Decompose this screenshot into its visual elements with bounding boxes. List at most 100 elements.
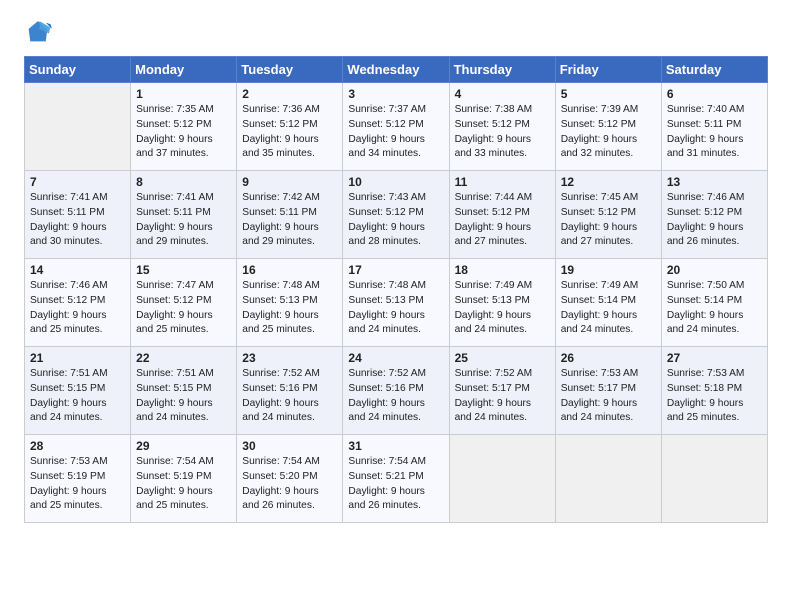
sunrise-text: Sunrise: 7:54 AM: [242, 455, 337, 470]
sunset-text: Sunset: 5:16 PM: [348, 382, 443, 397]
daylight-text: Daylight: 9 hours and 37 minutes.: [136, 133, 231, 163]
cell-text: Sunrise: 7:35 AM Sunset: 5:12 PM Dayligh…: [136, 103, 231, 162]
daylight-text: Daylight: 9 hours and 25 minutes.: [667, 397, 762, 427]
daylight-text: Daylight: 9 hours and 24 minutes.: [136, 397, 231, 427]
sunrise-text: Sunrise: 7:51 AM: [30, 367, 125, 382]
sunrise-text: Sunrise: 7:54 AM: [348, 455, 443, 470]
day-number: 20: [667, 263, 762, 277]
day-number: 18: [455, 263, 550, 277]
cell-text: Sunrise: 7:46 AM Sunset: 5:12 PM Dayligh…: [30, 279, 125, 338]
cell-text: Sunrise: 7:50 AM Sunset: 5:14 PM Dayligh…: [667, 279, 762, 338]
daylight-text: Daylight: 9 hours and 33 minutes.: [455, 133, 550, 163]
day-number: 19: [561, 263, 656, 277]
day-number: 31: [348, 439, 443, 453]
sunrise-text: Sunrise: 7:48 AM: [348, 279, 443, 294]
cell-text: Sunrise: 7:52 AM Sunset: 5:16 PM Dayligh…: [242, 367, 337, 426]
calendar-cell: 21 Sunrise: 7:51 AM Sunset: 5:15 PM Dayl…: [25, 347, 131, 435]
day-number: 5: [561, 87, 656, 101]
daylight-text: Daylight: 9 hours and 24 minutes.: [348, 309, 443, 339]
sunset-text: Sunset: 5:17 PM: [561, 382, 656, 397]
sunrise-text: Sunrise: 7:53 AM: [667, 367, 762, 382]
sunset-text: Sunset: 5:12 PM: [561, 118, 656, 133]
sunset-text: Sunset: 5:11 PM: [30, 206, 125, 221]
calendar-cell: 28 Sunrise: 7:53 AM Sunset: 5:19 PM Dayl…: [25, 435, 131, 523]
calendar-cell: 16 Sunrise: 7:48 AM Sunset: 5:13 PM Dayl…: [237, 259, 343, 347]
calendar-table: SundayMondayTuesdayWednesdayThursdayFrid…: [24, 56, 768, 523]
sunset-text: Sunset: 5:12 PM: [30, 294, 125, 309]
daylight-text: Daylight: 9 hours and 31 minutes.: [667, 133, 762, 163]
sunset-text: Sunset: 5:12 PM: [455, 118, 550, 133]
calendar-cell: [25, 83, 131, 171]
calendar-cell: 10 Sunrise: 7:43 AM Sunset: 5:12 PM Dayl…: [343, 171, 449, 259]
sunset-text: Sunset: 5:14 PM: [561, 294, 656, 309]
sunrise-text: Sunrise: 7:43 AM: [348, 191, 443, 206]
sunrise-text: Sunrise: 7:45 AM: [561, 191, 656, 206]
cell-text: Sunrise: 7:36 AM Sunset: 5:12 PM Dayligh…: [242, 103, 337, 162]
day-number: 17: [348, 263, 443, 277]
day-number: 25: [455, 351, 550, 365]
sunrise-text: Sunrise: 7:53 AM: [30, 455, 125, 470]
sunrise-text: Sunrise: 7:41 AM: [30, 191, 125, 206]
day-number: 16: [242, 263, 337, 277]
daylight-text: Daylight: 9 hours and 29 minutes.: [136, 221, 231, 251]
calendar-cell: [661, 435, 767, 523]
sunrise-text: Sunrise: 7:39 AM: [561, 103, 656, 118]
daylight-text: Daylight: 9 hours and 24 minutes.: [242, 397, 337, 427]
calendar-cell: 13 Sunrise: 7:46 AM Sunset: 5:12 PM Dayl…: [661, 171, 767, 259]
calendar-cell: 7 Sunrise: 7:41 AM Sunset: 5:11 PM Dayli…: [25, 171, 131, 259]
day-number: 15: [136, 263, 231, 277]
sunrise-text: Sunrise: 7:47 AM: [136, 279, 231, 294]
day-number: 7: [30, 175, 125, 189]
sunset-text: Sunset: 5:20 PM: [242, 470, 337, 485]
cell-text: Sunrise: 7:49 AM Sunset: 5:14 PM Dayligh…: [561, 279, 656, 338]
calendar-cell: [555, 435, 661, 523]
cell-text: Sunrise: 7:45 AM Sunset: 5:12 PM Dayligh…: [561, 191, 656, 250]
calendar-cell: 22 Sunrise: 7:51 AM Sunset: 5:15 PM Dayl…: [131, 347, 237, 435]
calendar-cell: 31 Sunrise: 7:54 AM Sunset: 5:21 PM Dayl…: [343, 435, 449, 523]
day-number: 2: [242, 87, 337, 101]
cell-text: Sunrise: 7:40 AM Sunset: 5:11 PM Dayligh…: [667, 103, 762, 162]
daylight-text: Daylight: 9 hours and 24 minutes.: [348, 397, 443, 427]
daylight-text: Daylight: 9 hours and 29 minutes.: [242, 221, 337, 251]
calendar-cell: 11 Sunrise: 7:44 AM Sunset: 5:12 PM Dayl…: [449, 171, 555, 259]
calendar-cell: 1 Sunrise: 7:35 AM Sunset: 5:12 PM Dayli…: [131, 83, 237, 171]
day-number: 30: [242, 439, 337, 453]
cell-text: Sunrise: 7:44 AM Sunset: 5:12 PM Dayligh…: [455, 191, 550, 250]
calendar-week-row: 28 Sunrise: 7:53 AM Sunset: 5:19 PM Dayl…: [25, 435, 768, 523]
sunset-text: Sunset: 5:11 PM: [242, 206, 337, 221]
sunrise-text: Sunrise: 7:37 AM: [348, 103, 443, 118]
sunset-text: Sunset: 5:11 PM: [667, 118, 762, 133]
daylight-text: Daylight: 9 hours and 26 minutes.: [667, 221, 762, 251]
calendar-week-row: 21 Sunrise: 7:51 AM Sunset: 5:15 PM Dayl…: [25, 347, 768, 435]
daylight-text: Daylight: 9 hours and 24 minutes.: [667, 309, 762, 339]
day-number: 23: [242, 351, 337, 365]
daylight-text: Daylight: 9 hours and 35 minutes.: [242, 133, 337, 163]
day-number: 14: [30, 263, 125, 277]
sunset-text: Sunset: 5:12 PM: [136, 294, 231, 309]
day-number: 24: [348, 351, 443, 365]
logo-icon: [24, 18, 52, 46]
weekday-header: Sunday: [25, 57, 131, 83]
sunrise-text: Sunrise: 7:49 AM: [455, 279, 550, 294]
calendar-cell: 23 Sunrise: 7:52 AM Sunset: 5:16 PM Dayl…: [237, 347, 343, 435]
weekday-header: Wednesday: [343, 57, 449, 83]
sunrise-text: Sunrise: 7:42 AM: [242, 191, 337, 206]
cell-text: Sunrise: 7:53 AM Sunset: 5:17 PM Dayligh…: [561, 367, 656, 426]
sunset-text: Sunset: 5:12 PM: [667, 206, 762, 221]
cell-text: Sunrise: 7:41 AM Sunset: 5:11 PM Dayligh…: [136, 191, 231, 250]
day-number: 22: [136, 351, 231, 365]
sunrise-text: Sunrise: 7:36 AM: [242, 103, 337, 118]
sunrise-text: Sunrise: 7:46 AM: [667, 191, 762, 206]
day-number: 8: [136, 175, 231, 189]
calendar-cell: [449, 435, 555, 523]
calendar-cell: 29 Sunrise: 7:54 AM Sunset: 5:19 PM Dayl…: [131, 435, 237, 523]
day-number: 13: [667, 175, 762, 189]
cell-text: Sunrise: 7:39 AM Sunset: 5:12 PM Dayligh…: [561, 103, 656, 162]
daylight-text: Daylight: 9 hours and 24 minutes.: [561, 397, 656, 427]
cell-text: Sunrise: 7:51 AM Sunset: 5:15 PM Dayligh…: [136, 367, 231, 426]
day-number: 12: [561, 175, 656, 189]
calendar-cell: 8 Sunrise: 7:41 AM Sunset: 5:11 PM Dayli…: [131, 171, 237, 259]
sunset-text: Sunset: 5:12 PM: [561, 206, 656, 221]
weekday-header: Monday: [131, 57, 237, 83]
cell-text: Sunrise: 7:53 AM Sunset: 5:18 PM Dayligh…: [667, 367, 762, 426]
